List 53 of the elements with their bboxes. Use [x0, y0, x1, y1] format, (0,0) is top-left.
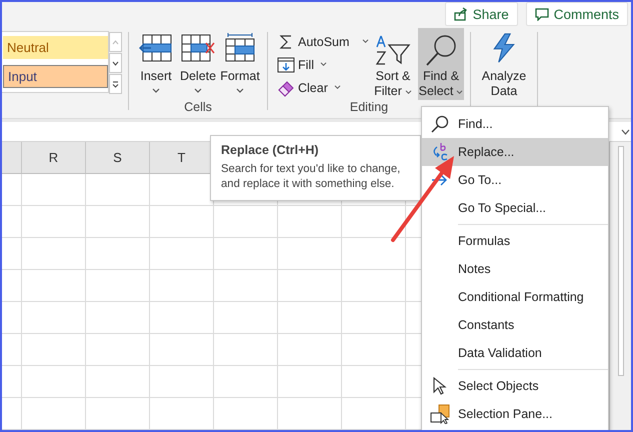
- more-styles-button[interactable]: [109, 74, 122, 94]
- caret-icon: [236, 88, 244, 94]
- table-format-icon: [223, 33, 257, 63]
- autosum-button[interactable]: AutoSum: [274, 32, 370, 51]
- scrollbar-thumb[interactable]: [618, 146, 624, 376]
- menu-item[interactable]: Replace...: [422, 138, 608, 166]
- cell-style[interactable]: Input: [3, 65, 108, 88]
- speech-bubble-icon: [534, 7, 549, 21]
- find-select-button[interactable]: Find & Select: [418, 28, 464, 100]
- scroll-down-button[interactable]: [109, 53, 122, 73]
- sort-filter-icon: [375, 33, 411, 67]
- fill-button[interactable]: Fill: [274, 55, 370, 74]
- caret-icon: [404, 90, 412, 95]
- column-header: R: [22, 142, 86, 173]
- caret-icon: [456, 90, 464, 95]
- share-icon: [454, 7, 468, 21]
- menu-item[interactable]: Notes: [422, 255, 608, 283]
- menu-item[interactable]: Formulas: [422, 227, 608, 255]
- cell-style[interactable]: Neutral: [3, 36, 108, 59]
- group-label: Cells: [183, 100, 213, 116]
- tooltip-title: Replace (Ctrl+H): [221, 143, 320, 157]
- caret-icon: [320, 62, 327, 67]
- menu-item[interactable]: Go To Special...: [422, 194, 608, 222]
- menu-item[interactable]: Constants: [422, 311, 608, 339]
- delete-cells-icon: [181, 33, 215, 63]
- selection-pane-icon: [430, 404, 450, 424]
- caret-down-icon: [112, 60, 119, 66]
- insert-cells-icon: [139, 33, 173, 63]
- caret-icon: [362, 39, 370, 44]
- share-button[interactable]: Share: [444, 2, 518, 26]
- caret-up-icon: [112, 38, 119, 46]
- format-button[interactable]: Format: [219, 28, 261, 100]
- caret-icon: [152, 88, 160, 94]
- search-icon: [430, 114, 450, 134]
- insert-button[interactable]: Insert: [135, 28, 177, 100]
- eraser-icon: [277, 78, 295, 96]
- menu-item[interactable]: Selection Pane...: [422, 400, 608, 428]
- menu-item[interactable]: Select Objects: [422, 372, 608, 400]
- clear-button[interactable]: Clear: [274, 78, 370, 97]
- delete-button[interactable]: Delete: [177, 28, 219, 100]
- caret-icon: [334, 85, 341, 90]
- sort-filter-button[interactable]: Sort & Filter: [370, 28, 416, 100]
- group-label: Editing: [348, 100, 390, 116]
- column-header: S: [86, 142, 150, 173]
- menu-item[interactable]: Data Validation: [422, 339, 608, 367]
- menu-item[interactable]: Conditional Formatting: [422, 283, 608, 311]
- fill-down-icon: [277, 56, 295, 74]
- comments-button[interactable]: Comments: [526, 2, 628, 26]
- expand-icon: [112, 80, 119, 88]
- caret-icon: [194, 88, 202, 94]
- tooltip-text: Search for text you'd like to change, and replace it with something else.: [221, 162, 402, 192]
- menu-item[interactable]: Go To...: [422, 166, 608, 194]
- expand-caret-icon: [621, 128, 630, 135]
